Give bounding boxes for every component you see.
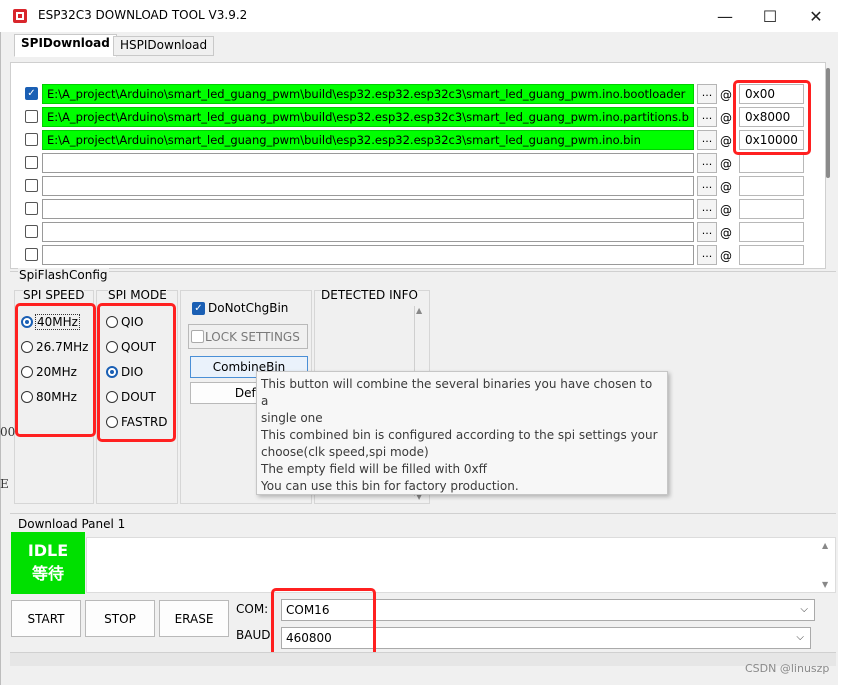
log-scroll-up-icon[interactable]: ▲ [822, 541, 828, 550]
at-label: @ [720, 180, 732, 194]
browse-button[interactable]: ... [697, 176, 717, 196]
spi-mode-label: SPI MODE [108, 288, 167, 302]
at-label: @ [720, 203, 732, 217]
stop-button[interactable]: STOP [85, 600, 155, 637]
edge-text: 00 [0, 425, 16, 439]
address-input[interactable] [739, 245, 804, 265]
file-path-input[interactable] [42, 199, 694, 219]
browse-button[interactable]: ... [697, 153, 717, 173]
divider [10, 513, 836, 514]
app-icon [13, 9, 27, 23]
file-checkbox[interactable] [25, 248, 38, 261]
maximize-button[interactable]: ☐ [747, 0, 793, 32]
at-label: @ [720, 249, 732, 263]
log-scroll-down-icon[interactable]: ▼ [822, 580, 828, 589]
file-path-input[interactable] [42, 176, 694, 196]
at-label: @ [720, 134, 732, 148]
close-icon: ✕ [809, 6, 823, 26]
lock-settings-label: LOCK SETTINGS [205, 329, 300, 344]
file-path-input[interactable] [42, 153, 694, 173]
file-checkbox[interactable] [25, 110, 38, 123]
erase-button[interactable]: ERASE [159, 600, 229, 637]
minimize-button[interactable]: — [702, 0, 748, 32]
tooltip-line: The empty field will be filled with 0xff [261, 462, 487, 476]
file-path-input[interactable] [42, 245, 694, 265]
donotchgbin-checkbox[interactable]: ✓ [192, 302, 205, 315]
browse-button[interactable]: ... [697, 84, 717, 104]
address-input[interactable] [739, 199, 804, 219]
com-label: COM: [236, 602, 269, 616]
donotchgbin-label[interactable]: DoNotChgBin [208, 301, 288, 315]
chevron-down-icon: ⌵ [800, 604, 808, 615]
file-checkbox[interactable] [25, 225, 38, 238]
maximize-icon: ☐ [762, 6, 778, 26]
address-highlight [733, 80, 811, 155]
file-checkbox[interactable] [25, 156, 38, 169]
address-input[interactable] [739, 222, 804, 242]
browse-button[interactable]: ... [697, 130, 717, 150]
tooltip-line: You can use this bin for factory product… [261, 479, 519, 493]
minimize-icon: — [717, 6, 733, 26]
file-checkbox[interactable] [25, 133, 38, 146]
divider [10, 271, 836, 272]
download-panel-label: Download Panel 1 [18, 517, 126, 531]
browse-button[interactable]: ... [697, 245, 717, 265]
address-input[interactable] [739, 176, 804, 196]
at-label: @ [720, 111, 732, 125]
file-path-input[interactable]: E:\A_project\Arduino\smart_led_guang_pwm… [42, 107, 694, 127]
file-checkbox[interactable]: ✓ [25, 87, 38, 100]
browse-button[interactable]: ... [697, 222, 717, 242]
spiflashconfig-label: SpiFlashConfig [18, 268, 109, 282]
status-indicator: IDLE 等待 [11, 532, 85, 594]
lock-checkbox-box [191, 330, 204, 343]
file-path-input[interactable] [42, 222, 694, 242]
file-checkbox[interactable] [25, 202, 38, 215]
detected-info-label: DETECTED INFO [321, 288, 418, 302]
mode-highlight [97, 303, 176, 442]
status-idle-text: IDLE [27, 541, 69, 560]
start-button[interactable]: START [11, 600, 81, 637]
window-title: ESP32C3 DOWNLOAD TOOL V3.9.2 [38, 8, 248, 22]
chevron-down-icon: ⌵ [796, 632, 804, 643]
speed-highlight [15, 303, 96, 437]
tooltip-line: choose(clk speed,spi mode) [261, 445, 429, 459]
combinebin-tooltip: This button will combine the several bin… [256, 371, 668, 495]
tooltip-line: This button will combine the several bin… [261, 377, 653, 408]
file-checkbox[interactable] [25, 179, 38, 192]
close-button[interactable]: ✕ [793, 0, 839, 32]
browse-button[interactable]: ... [697, 199, 717, 219]
address-input[interactable] [739, 153, 804, 173]
at-label: @ [720, 226, 732, 240]
file-path-input[interactable]: E:\A_project\Arduino\smart_led_guang_pwm… [42, 84, 694, 104]
tab-hspidownload[interactable]: HSPIDownload [113, 36, 215, 56]
tab-spidownload[interactable]: SPIDownload [14, 34, 117, 57]
scroll-up-icon[interactable]: ▲ [416, 306, 422, 315]
tooltip-line: single one [261, 411, 323, 425]
at-label: @ [720, 88, 732, 102]
baud-label: BAUD: [236, 628, 275, 642]
status-wait-text: 等待 [31, 564, 64, 583]
spi-speed-label: SPI SPEED [23, 288, 85, 302]
lock-settings-checkbox[interactable]: LOCK SETTINGS [188, 324, 308, 349]
tooltip-line: This combined bin is configured accordin… [261, 428, 658, 442]
browse-button[interactable]: ... [697, 107, 717, 127]
at-label: @ [720, 157, 732, 171]
file-path-input[interactable]: E:\A_project\Arduino\smart_led_guang_pwm… [42, 130, 694, 150]
edge-text: E [0, 477, 9, 491]
log-output-area[interactable] [86, 537, 836, 593]
status-bar [10, 652, 836, 666]
file-list-scrollbar[interactable] [826, 68, 830, 178]
watermark: CSDN @linuszp [745, 662, 830, 675]
